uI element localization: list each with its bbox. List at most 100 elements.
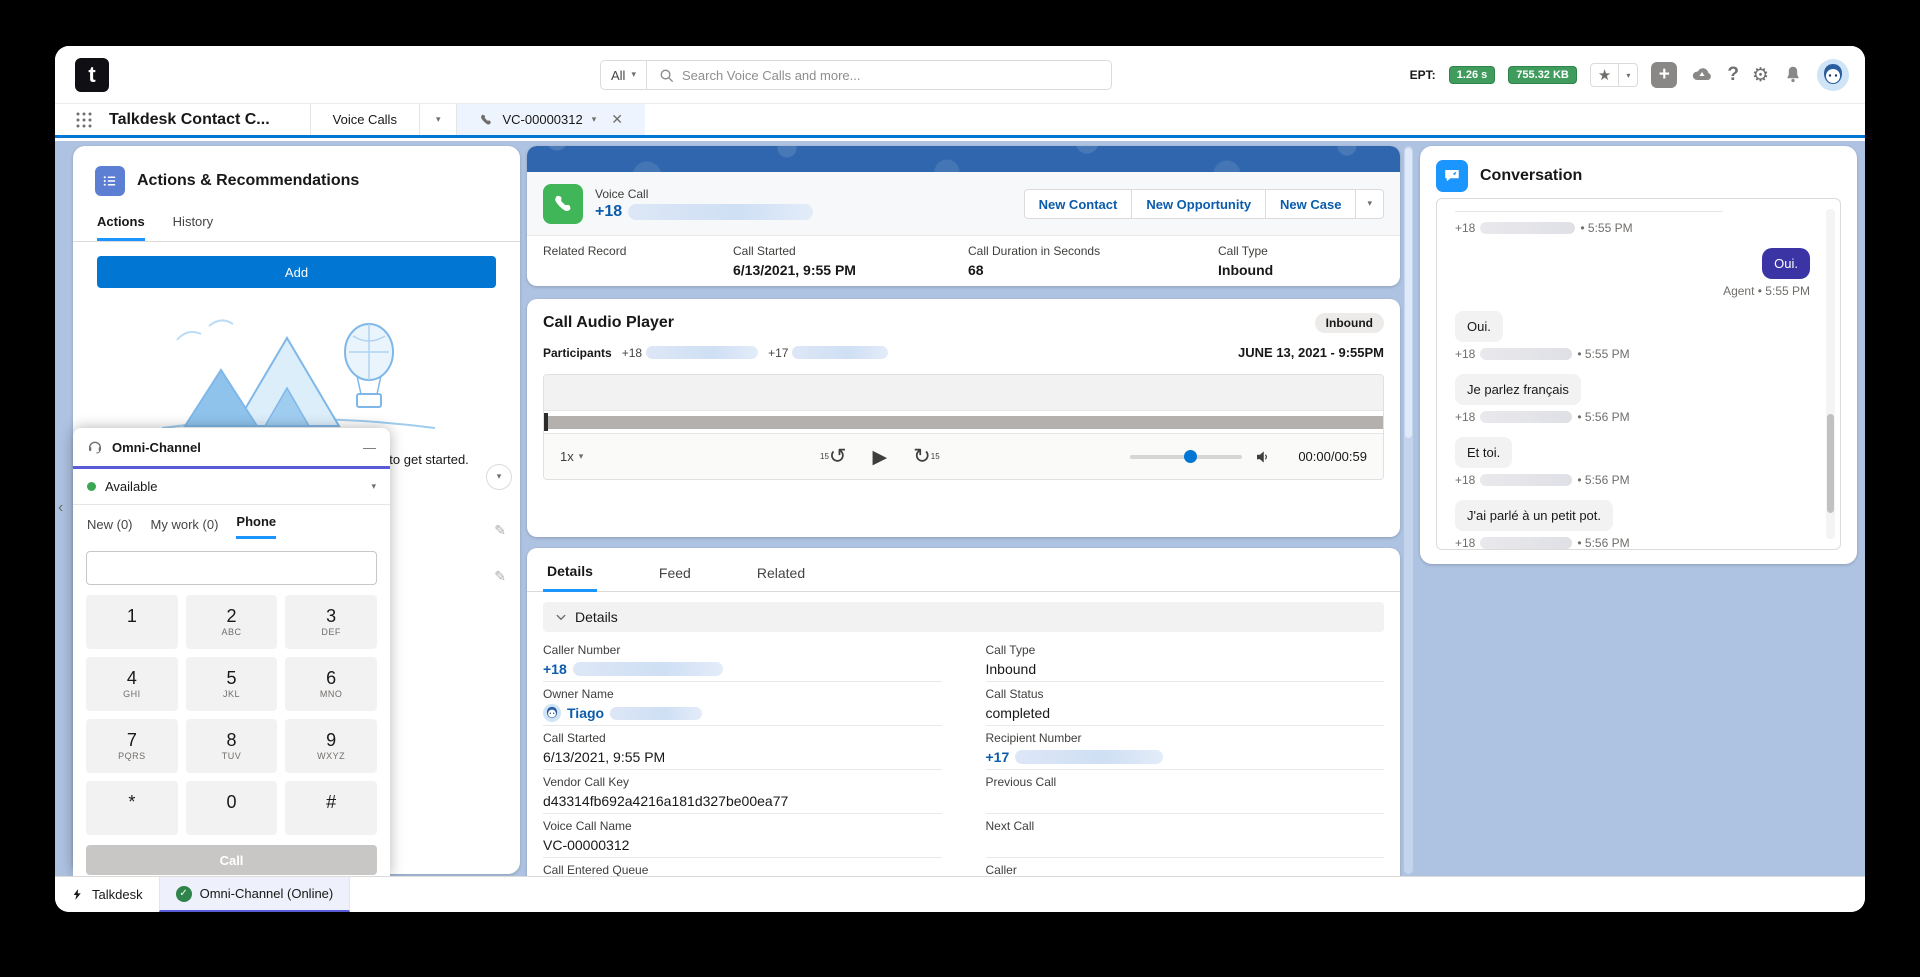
scrollbar-thumb[interactable] [1405,148,1412,438]
app-window: t All ▾ EPT: 1.26 s 755.32 KB ★ ▾ + ? [55,46,1865,912]
tab-phone[interactable]: Phone [236,514,276,539]
favorites-button-group[interactable]: ★ ▾ [1590,63,1638,87]
guidance-cloud-icon[interactable] [1690,63,1714,87]
dial-key-hash[interactable]: # [285,781,377,835]
help-icon[interactable]: ? [1727,64,1739,86]
utility-bar: Talkdesk ✓ Omni-Channel (Online) [55,876,1865,912]
customer-message: Je parlez français +18 • 5:56 PM [1455,374,1810,424]
call-button[interactable]: Call [86,845,377,875]
center-scrollbar[interactable] [1404,146,1413,874]
quick-create-icon[interactable]: + [1651,62,1677,88]
edit-pencil-icon[interactable]: ✎ [494,569,506,585]
number-prefix: +18 [595,203,622,221]
skip-amount: 15 [931,452,940,461]
dial-key-4[interactable]: 4GHI [86,657,178,711]
dial-key-5[interactable]: 5JKL [186,657,278,711]
details-section-header[interactable]: Details [543,602,1384,632]
volume-slider[interactable] [1130,455,1242,459]
tab-new[interactable]: New (0) [87,517,133,539]
minimize-icon[interactable]: — [363,440,376,455]
omni-header[interactable]: Omni-Channel — [73,428,390,466]
conversation-scrollbar[interactable] [1826,209,1835,539]
tab-details[interactable]: Details [543,563,597,592]
tab-history[interactable]: History [173,214,213,241]
dial-key-1[interactable]: 1 [86,595,178,649]
message-bubble: Et toi. [1455,437,1512,468]
field-value: 68 [968,262,1178,279]
tab-related[interactable]: Related [753,565,809,591]
status-label: Available [105,479,362,494]
field-label: Call Type [986,643,1385,657]
star-icon[interactable]: ★ [1591,64,1619,86]
search-input[interactable] [680,67,1111,84]
message-bubble: J'ai parlé à un petit pot. [1455,500,1613,531]
dial-key-3[interactable]: 3DEF [285,595,377,649]
more-actions-chevron[interactable]: ▾ [1356,189,1384,219]
scrollbar-thumb[interactable] [1827,414,1834,513]
field-call-entered-queue: Call Entered Queue [543,858,942,876]
dial-key-2[interactable]: 2ABC [186,595,278,649]
chevron-down-icon: ▾ [371,482,376,492]
field-label: Vendor Call Key [543,775,942,789]
dial-number-input[interactable] [86,551,377,585]
details-left-column: Caller Number +18 Owner Name Tiago [543,638,942,876]
progress-bar[interactable] [544,416,1383,429]
speaker-icon[interactable] [1254,448,1272,466]
tab-voice-calls[interactable]: Voice Calls [310,104,419,135]
forward-15-button[interactable]: ↻ 15 [913,446,940,467]
edit-pencil-icon[interactable]: ✎ [494,523,506,539]
playhead-marker[interactable] [544,413,548,431]
tab-feed[interactable]: Feed [655,565,695,591]
forward-icon: ↻ [913,446,931,467]
field-value[interactable]: +17 [986,748,1385,765]
tab-voice-calls-chevron[interactable]: ▾ [419,104,457,135]
dial-key-9[interactable]: 9WXYZ [285,719,377,773]
app-name[interactable]: Talkdesk Contact C... [105,104,310,135]
message-time: Agent • 5:55 PM [1723,284,1810,298]
dial-key-6[interactable]: 6MNO [285,657,377,711]
new-opportunity-button[interactable]: New Opportunity [1132,189,1266,219]
dial-key-star[interactable]: * [86,781,178,835]
record-number: +18 [595,203,813,221]
panel-dropdown-button[interactable]: ▾ [486,464,512,490]
playback-speed-selector[interactable]: 1x ▾ [560,449,630,464]
volume-thumb[interactable] [1184,450,1197,463]
field-value[interactable]: Tiago [543,704,942,722]
highlight-fields: Related Record Call Started 6/13/2021, 9… [527,236,1400,286]
owner-name-link[interactable]: Tiago [567,705,604,721]
progress-row[interactable] [544,411,1383,433]
conversation-title: Conversation [1480,167,1582,185]
bell-icon[interactable] [1782,64,1804,86]
panel-collapse-arrow[interactable]: ‹ [58,499,63,517]
dialer: 1 2ABC 3DEF 4GHI 5JKL 6MNO 7PQRS 8TUV 9W… [73,539,390,875]
field-value[interactable]: +18 [543,660,942,677]
rewind-15-button[interactable]: 15 ↺ [820,446,847,467]
app-launcher-icon[interactable] [55,104,105,135]
waveform-area [544,375,1383,411]
clipped-message-divider [1455,211,1723,212]
audio-title: Call Audio Player [543,314,1315,332]
play-button[interactable]: ▶ [873,446,888,468]
chevron-down-icon[interactable]: ▾ [1619,64,1637,86]
search-scope-selector[interactable]: All ▾ [601,61,647,89]
add-button[interactable]: Add [97,256,496,288]
gear-icon[interactable]: ⚙ [1752,64,1769,86]
tab-actions[interactable]: Actions [97,214,145,241]
field-call-type: Call Type Inbound [1218,244,1273,279]
presence-status-selector[interactable]: Available ▾ [73,469,390,505]
tab-record-vc[interactable]: VC-00000312 ▾ ✕ [456,104,645,135]
call-audio-player-card: Call Audio Player Inbound Participants +… [527,299,1400,537]
new-contact-button[interactable]: New Contact [1024,189,1133,219]
message-meta: +18 • 5:55 PM [1455,347,1810,361]
tab-my-work[interactable]: My work (0) [151,517,219,539]
dial-key-0[interactable]: 0 [186,781,278,835]
chevron-down-icon[interactable]: ▾ [592,115,597,125]
dial-key-7[interactable]: 7PQRS [86,719,178,773]
close-icon[interactable]: ✕ [611,111,623,128]
utility-talkdesk[interactable]: Talkdesk [55,877,159,912]
dial-key-8[interactable]: 8TUV [186,719,278,773]
new-case-button[interactable]: New Case [1266,189,1356,219]
utility-omni-channel[interactable]: ✓ Omni-Channel (Online) [159,877,351,912]
field-call-status: Call Status completed [986,682,1385,726]
user-avatar[interactable] [1817,59,1849,91]
